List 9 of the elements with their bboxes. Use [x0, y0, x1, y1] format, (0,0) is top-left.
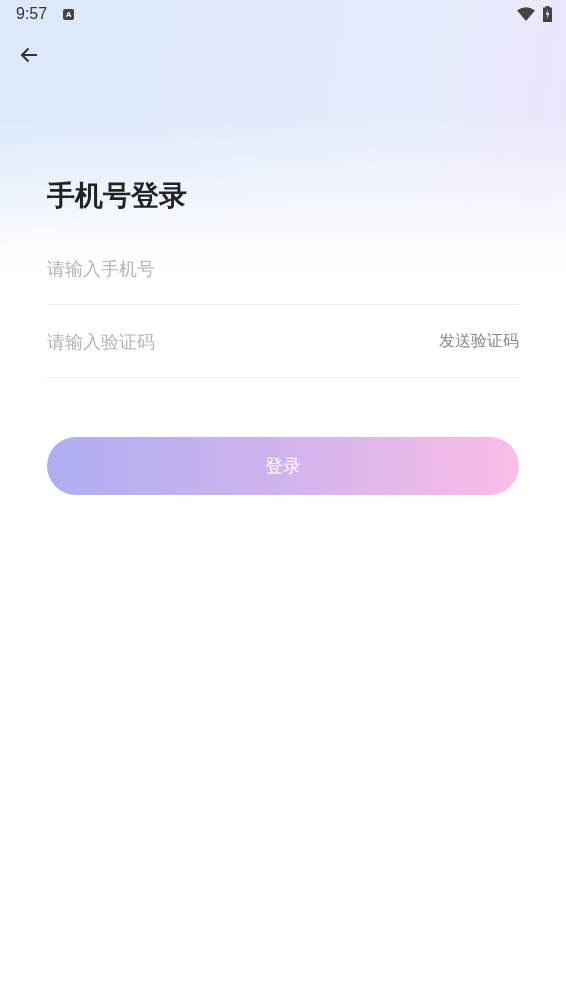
wifi-icon	[517, 7, 535, 21]
page-title: 手机号登录	[47, 178, 188, 214]
code-input-field[interactable]: 请输入验证码	[47, 330, 439, 352]
input-indicator-icon: A	[63, 8, 75, 20]
battery-icon	[543, 6, 552, 22]
back-arrow-icon[interactable]	[20, 47, 38, 63]
send-code-link[interactable]: 发送验证码	[439, 330, 519, 352]
status-time: 9:57	[16, 5, 48, 23]
phone-input-field[interactable]: 请输入手机号	[47, 257, 519, 279]
